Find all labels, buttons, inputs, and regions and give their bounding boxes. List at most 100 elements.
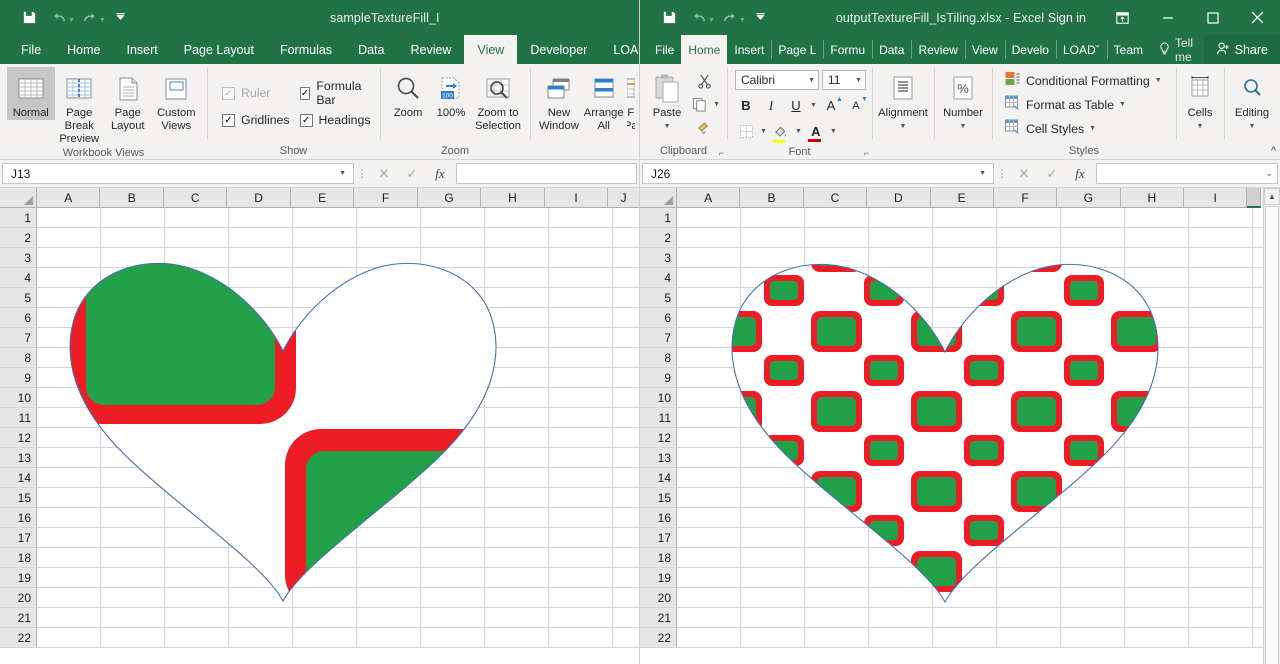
custom-views-button[interactable]: Custom Views (153, 67, 201, 133)
checkbox-formula-bar[interactable]: ✓ Formula Bar (300, 79, 371, 107)
save-icon[interactable] (14, 5, 44, 31)
customize-qat-icon[interactable] (746, 5, 776, 31)
vertical-scrollbar-right[interactable]: ▲ (1263, 188, 1280, 664)
row-header-19[interactable]: 19 (0, 568, 37, 588)
tab-insert[interactable]: Insert (114, 35, 171, 64)
name-box-left[interactable]: J13 ▼ (2, 163, 354, 184)
column-header-d[interactable]: D (867, 188, 930, 208)
tab-review[interactable]: Review (911, 35, 964, 64)
row-header-3[interactable]: 3 (0, 248, 37, 268)
maximize-icon[interactable] (1190, 0, 1235, 35)
column-header-f[interactable]: F (994, 188, 1057, 208)
row-header-21[interactable]: 21 (0, 608, 37, 628)
freeze-panes-button[interactable]: F Pa (627, 67, 635, 133)
row-header-20[interactable]: 20 (640, 588, 677, 608)
tab-file[interactable]: File (648, 35, 681, 64)
column-header-b[interactable]: B (100, 188, 163, 208)
redo-chevron-down-icon[interactable]: ▼ (99, 17, 106, 24)
tab-review[interactable]: Review (397, 35, 464, 64)
tab-formulas[interactable]: Formulas (267, 35, 345, 64)
cells-chevron-down-icon[interactable]: ▼ (1197, 120, 1204, 133)
page-layout-view-button[interactable]: Page Layout (104, 67, 152, 133)
copy-chevron-down-icon[interactable]: ▼ (713, 101, 720, 108)
insert-function-icon-right[interactable]: fx (1066, 163, 1094, 184)
italic-button[interactable]: I (760, 95, 782, 116)
column-header-h[interactable]: H (1121, 188, 1184, 208)
tab-developer[interactable]: Developer (517, 35, 600, 64)
enter-formula-icon-left[interactable]: ✓ (398, 163, 426, 184)
cell-styles-button[interactable]: Cell Styles ▼ (1003, 117, 1098, 140)
column-header-a[interactable]: A (677, 188, 740, 208)
zoom-100-button[interactable]: 100 100% (430, 67, 472, 120)
row-header-16[interactable]: 16 (0, 508, 37, 528)
cells-right[interactable] (677, 208, 1280, 648)
grow-font-button[interactable]: A ▲ (820, 95, 842, 116)
cancel-formula-icon-left[interactable]: ✕ (370, 163, 398, 184)
font-name-chevron-down-icon[interactable]: ▼ (802, 77, 815, 84)
row-header-9[interactable]: 9 (0, 368, 37, 388)
column-header-e[interactable]: E (931, 188, 994, 208)
tell-me-box[interactable]: Tell me (1150, 35, 1204, 64)
row-header-9[interactable]: 9 (640, 368, 677, 388)
fill-color-button[interactable] (770, 121, 792, 142)
row-header-7[interactable]: 7 (0, 328, 37, 348)
number-button[interactable]: % Number ▼ (941, 67, 985, 133)
font-name-combo[interactable]: Calibri ▼ (735, 70, 819, 90)
zoom-to-selection-button[interactable]: Zoom to Selection (473, 67, 523, 133)
column-header-j-selected[interactable] (1247, 188, 1261, 208)
tab-data[interactable]: Data (345, 35, 397, 64)
fill-color-chevron-down-icon[interactable]: ▼ (795, 128, 802, 135)
font-color-chevron-down-icon[interactable]: ▼ (830, 128, 837, 135)
row-header-16[interactable]: 16 (640, 508, 677, 528)
undo-chevron-down-icon[interactable]: ▼ (708, 17, 715, 24)
borders-button[interactable] (735, 121, 757, 142)
column-header-f[interactable]: F (354, 188, 417, 208)
borders-chevron-down-icon[interactable]: ▼ (760, 128, 767, 135)
share-button[interactable]: Share (1204, 35, 1280, 64)
row-header-8[interactable]: 8 (640, 348, 677, 368)
page-break-preview-button[interactable]: Page Break Preview (56, 67, 104, 146)
cells-left[interactable] (37, 208, 640, 648)
row-header-15[interactable]: 15 (0, 488, 37, 508)
row-header-22[interactable]: 22 (0, 628, 37, 648)
row-header-11[interactable]: 11 (0, 408, 37, 428)
editing-button[interactable]: Editing ▼ (1231, 67, 1273, 133)
enter-formula-icon-right[interactable]: ✓ (1038, 163, 1066, 184)
font-dialog-launcher-icon[interactable]: ⌐ (864, 148, 869, 158)
minimize-icon[interactable] (1145, 0, 1190, 35)
select-all-corner-left[interactable] (0, 188, 37, 208)
row-header-14[interactable]: 14 (0, 468, 37, 488)
scrollbar-track[interactable] (1265, 206, 1279, 664)
column-header-h[interactable]: H (481, 188, 544, 208)
underline-chevron-down-icon[interactable]: ▼ (810, 102, 817, 109)
ribbon-display-options-icon[interactable] (1100, 0, 1145, 35)
name-box-chevron-down-icon-right[interactable]: ▼ (976, 170, 989, 177)
row-header-18[interactable]: 18 (0, 548, 37, 568)
save-icon[interactable] (654, 5, 684, 31)
sign-in-button[interactable]: Sign in (1034, 11, 1100, 25)
tab-developer[interactable]: Develo (1005, 35, 1056, 64)
column-header-d[interactable]: D (227, 188, 290, 208)
row-header-1[interactable]: 1 (640, 208, 677, 228)
tab-view[interactable]: View (965, 35, 1005, 64)
normal-view-button[interactable]: Normal (7, 67, 55, 120)
row-header-14[interactable]: 14 (640, 468, 677, 488)
select-all-corner-right[interactable] (640, 188, 677, 208)
collapse-ribbon-icon[interactable]: ^ (1271, 145, 1276, 157)
row-header-19[interactable]: 19 (640, 568, 677, 588)
checkbox-headings[interactable]: ✓ Headings (300, 113, 371, 127)
tab-load[interactable]: LOADˇ (1056, 35, 1107, 64)
underline-button[interactable]: U (785, 95, 807, 116)
row-header-13[interactable]: 13 (640, 448, 677, 468)
row-header-6[interactable]: 6 (0, 308, 37, 328)
cancel-formula-icon-right[interactable]: ✕ (1010, 163, 1038, 184)
scroll-up-icon[interactable]: ▲ (1264, 188, 1280, 205)
column-header-b[interactable]: B (740, 188, 803, 208)
column-header-i[interactable]: I (545, 188, 608, 208)
number-chevron-down-icon[interactable]: ▼ (960, 120, 967, 133)
tab-page-layout[interactable]: Page Layout (171, 35, 267, 64)
row-header-5[interactable]: 5 (0, 288, 37, 308)
row-header-17[interactable]: 17 (0, 528, 37, 548)
insert-function-icon-left[interactable]: fx (426, 163, 454, 184)
font-size-chevron-down-icon[interactable]: ▼ (849, 77, 862, 84)
